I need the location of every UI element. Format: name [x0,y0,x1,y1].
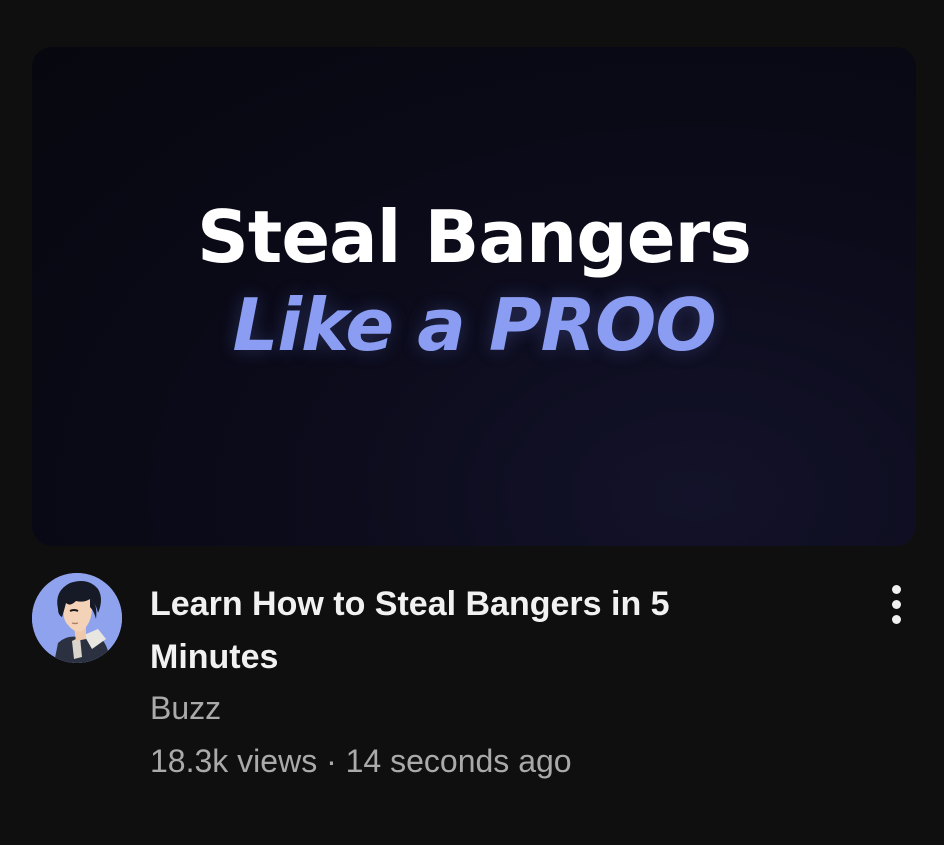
view-count: 18.3k views [150,743,318,779]
more-vert-icon-dot [891,614,901,624]
more-options-button[interactable] [872,578,920,630]
thumbnail-title-line1: Steal Bangers [197,195,752,279]
thumbnail-title-line2: Like a PROO [232,283,716,367]
video-title[interactable]: Learn How to Steal Bangers in 5 Minutes [150,578,750,684]
video-thumbnail[interactable]: Steal Bangers Like a PROO [32,47,916,546]
video-metadata: 18.3k views · 14 seconds ago [150,743,572,780]
more-vert-icon [891,584,901,594]
video-card: Steal Bangers Like a PROO Learn How to S… [0,0,944,845]
meta-separator: · [326,743,337,779]
channel-avatar[interactable] [32,573,122,663]
channel-name[interactable]: Buzz [150,690,221,727]
more-vert-icon-dot [891,599,901,609]
avatar-person-icon [32,573,122,663]
upload-age: 14 seconds ago [345,743,572,779]
